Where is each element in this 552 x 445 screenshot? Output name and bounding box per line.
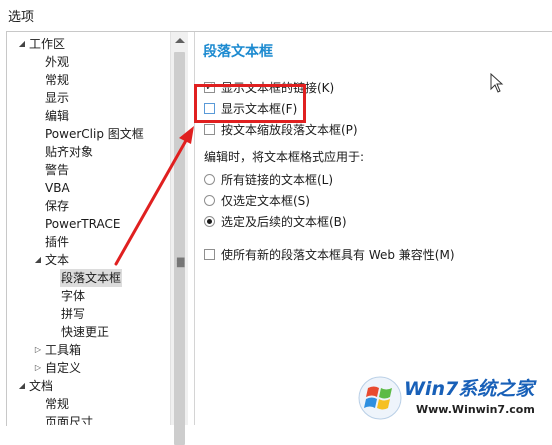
windows-logo-icon bbox=[358, 376, 402, 420]
watermark-logo: Win7系统之家 Www.Winwin7.com bbox=[354, 370, 552, 425]
annotation-arrow bbox=[114, 126, 194, 266]
mouse-cursor-icon bbox=[490, 73, 504, 93]
watermark-brand: Win7系统之家 bbox=[404, 378, 535, 400]
watermark-url: Www.Winwin7.com bbox=[416, 403, 535, 416]
